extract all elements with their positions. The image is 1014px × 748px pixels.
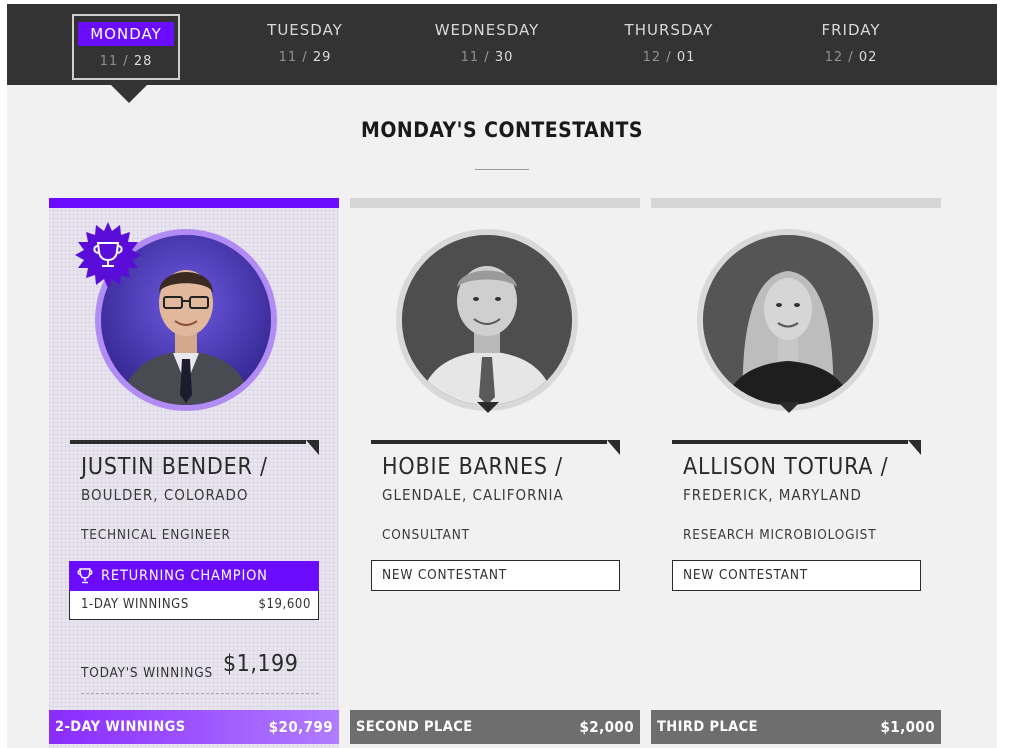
contestant-name: ALLISON TOTURA / xyxy=(683,454,889,480)
name-rule-corner xyxy=(607,440,620,455)
card-accent-bar xyxy=(350,198,640,208)
card-accent-bar xyxy=(651,198,941,208)
today-winnings-label: TODAY'S WINNINGS xyxy=(81,665,214,681)
name-rule xyxy=(672,440,908,444)
today-winnings-value: $1,199 xyxy=(223,651,299,677)
footer-value: $1,000 xyxy=(880,718,935,736)
day-name: TUESDAY xyxy=(267,21,343,39)
day-date: 12 / 01 xyxy=(642,50,696,65)
avatar-pointer xyxy=(778,402,800,413)
prior-winnings-value: $19,600 xyxy=(258,597,311,612)
day-tab-wednesday[interactable]: WEDNESDAY 11 / 30 xyxy=(433,14,541,80)
contestant-location: GLENDALE, CALIFORNIA xyxy=(382,486,564,504)
day-tab-monday[interactable]: MONDAY 11 / 28 xyxy=(72,14,180,80)
footer-label: 2-DAY WINNINGS xyxy=(55,719,186,735)
day-date: 11 / 30 xyxy=(460,50,514,65)
new-contestant-badge: NEW CONTESTANT xyxy=(672,560,921,591)
contestant-occupation: TECHNICAL ENGINEER xyxy=(81,527,231,543)
contestant-location: BOULDER, COLORADO xyxy=(81,486,249,504)
page-title: MONDAY'S CONTESTANTS xyxy=(361,118,643,142)
title-divider xyxy=(475,169,529,170)
card-footer: SECOND PLACE $2,000 xyxy=(350,710,640,744)
avatar xyxy=(402,235,572,405)
name-rule-corner xyxy=(908,440,921,455)
status-label: RETURNING CHAMPION xyxy=(101,568,268,584)
day-name: MONDAY xyxy=(78,22,174,46)
dotted-divider xyxy=(81,693,319,694)
day-date: 11 / 29 xyxy=(278,50,332,65)
card-footer: THIRD PLACE $1,000 xyxy=(651,710,941,744)
contestant-card: ALLISON TOTURA / FREDERICK, MARYLAND RES… xyxy=(651,198,941,748)
champion-badge-icon xyxy=(75,222,141,288)
prior-winnings-label: 1-DAY WINNINGS xyxy=(81,597,189,612)
day-date: 11 / 28 xyxy=(99,54,153,69)
returning-champion-header: RETURNING CHAMPION xyxy=(69,561,319,591)
trophy-icon xyxy=(77,568,93,584)
footer-value: $2,000 xyxy=(579,718,634,736)
page: MONDAY 11 / 28 TUESDAY 11 / 29 WEDNESDAY… xyxy=(7,4,997,748)
card-footer: 2-DAY WINNINGS $20,799 xyxy=(49,710,339,744)
footer-label: THIRD PLACE xyxy=(657,719,758,735)
name-rule-corner xyxy=(306,440,319,455)
day-tab-friday[interactable]: FRIDAY 12 / 02 xyxy=(797,14,905,80)
avatar-ring xyxy=(697,229,879,411)
contestant-name: HOBIE BARNES / xyxy=(382,454,563,480)
card-accent-bar xyxy=(49,198,339,208)
new-contestant-badge: NEW CONTESTANT xyxy=(371,560,620,591)
footer-value: $20,799 xyxy=(268,718,333,736)
contestant-card-champion: JUSTIN BENDER / BOULDER, COLORADO TECHNI… xyxy=(49,198,339,748)
prior-winnings-row: 1-DAY WINNINGS $19,600 xyxy=(69,591,319,620)
name-rule xyxy=(371,440,607,444)
contestant-occupation: RESEARCH MICROBIOLOGIST xyxy=(683,527,877,543)
avatar-pointer xyxy=(477,402,499,413)
day-navigation: MONDAY 11 / 28 TUESDAY 11 / 29 WEDNESDAY… xyxy=(7,4,997,85)
day-name: WEDNESDAY xyxy=(434,21,540,39)
contestant-occupation: CONSULTANT xyxy=(382,527,470,543)
contestant-location: FREDERICK, MARYLAND xyxy=(683,486,862,504)
day-date: 12 / 02 xyxy=(824,50,878,65)
day-name: FRIDAY xyxy=(821,21,881,39)
contestant-card: HOBIE BARNES / GLENDALE, CALIFORNIA CONS… xyxy=(350,198,640,748)
avatar-ring xyxy=(396,229,578,411)
day-tab-thursday[interactable]: THURSDAY 12 / 01 xyxy=(615,14,723,80)
contestant-name: JUSTIN BENDER / xyxy=(81,454,268,480)
active-day-pointer xyxy=(111,85,147,103)
footer-label: SECOND PLACE xyxy=(356,719,473,735)
day-tab-tuesday[interactable]: TUESDAY 11 / 29 xyxy=(251,14,359,80)
day-name: THURSDAY xyxy=(624,21,714,39)
name-rule xyxy=(70,440,306,444)
avatar xyxy=(703,235,873,405)
